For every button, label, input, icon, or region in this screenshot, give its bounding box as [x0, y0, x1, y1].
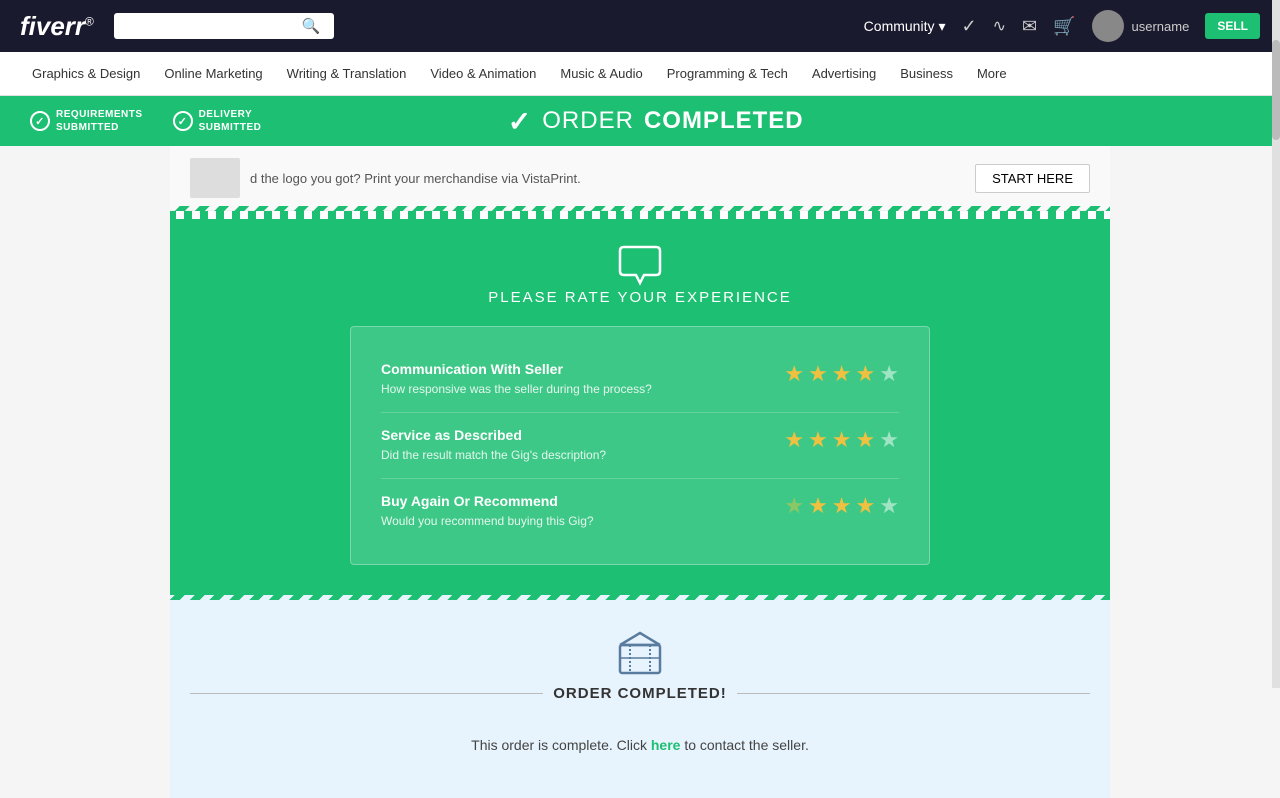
star-2[interactable]: ★ [808, 361, 828, 387]
community-label: Community [864, 18, 935, 34]
start-here-button[interactable]: START HERE [975, 164, 1090, 193]
secondary-navigation: Graphics & Design Online Marketing Writi… [0, 52, 1280, 96]
service-label: Service as Described Did the result matc… [381, 427, 606, 464]
order-complete-message: This order is complete. Click here to co… [190, 722, 1090, 768]
communication-label: Communication With Seller How responsive… [381, 361, 652, 398]
star-3[interactable]: ★ [832, 493, 852, 519]
recommend-title: Buy Again Or Recommend [381, 493, 594, 509]
communication-desc: How responsive was the seller during the… [381, 382, 652, 396]
star-5[interactable]: ★ [879, 427, 899, 453]
search-button[interactable]: 🔍 [302, 17, 321, 35]
community-button[interactable]: Community ▾ [864, 18, 946, 35]
star-4[interactable]: ★ [856, 493, 876, 519]
avatar [1092, 10, 1124, 42]
become-seller-button[interactable]: SELL [1205, 13, 1260, 39]
recommend-label: Buy Again Or Recommend Would you recomme… [381, 493, 594, 530]
recommend-desc: Would you recommend buying this Gig? [381, 514, 594, 528]
delivery-text: DELIVERY SUBMITTED [199, 109, 262, 133]
order-steps: ✓ REQUIREMENTS SUBMITTED ✓ DELIVERY SUBM… [30, 108, 261, 134]
order-completed-section: ORDER COMPLETED! This order is complete.… [170, 595, 1110, 798]
star-5[interactable]: ★ [879, 361, 899, 387]
communication-stars[interactable]: ★ ★ ★ ★ ★ [784, 361, 899, 387]
nav-advertising[interactable]: Advertising [800, 52, 888, 96]
step-requirements: ✓ REQUIREMENTS SUBMITTED [30, 108, 143, 134]
fiverr-logo[interactable]: fiverr® [20, 11, 94, 42]
rating-header: PLEASE RATE YOUR EXPERIENCE [190, 241, 1090, 306]
divider-right [737, 693, 1090, 694]
nav-writing-translation[interactable]: Writing & Translation [275, 52, 419, 96]
nav-music-audio[interactable]: Music & Audio [548, 52, 654, 96]
star-1[interactable]: ★ [784, 361, 804, 387]
contact-seller-link[interactable]: here [651, 737, 681, 753]
requirements-text: REQUIREMENTS SUBMITTED [56, 109, 143, 133]
star-2[interactable]: ★ [808, 493, 828, 519]
service-desc: Did the result match the Gig's descripti… [381, 448, 606, 462]
username-text: username [1132, 19, 1190, 34]
top-nav-right: Community ▾ ✓ ∿ ✉ 🛒 username SELL [864, 10, 1260, 42]
mail-icon[interactable]: ✉ [1022, 16, 1037, 37]
order-completed-title: ✓ ORDER COMPLETED [508, 105, 804, 138]
chevron-down-icon: ▾ [938, 18, 945, 35]
scrollbar-thumb[interactable] [1272, 40, 1280, 140]
communication-title: Communication With Seller [381, 361, 652, 377]
divider-left [190, 693, 543, 694]
star-1[interactable]: ★ [784, 493, 804, 519]
step-delivery-check-icon: ✓ [173, 111, 193, 131]
nav-graphics-design[interactable]: Graphics & Design [20, 52, 152, 96]
order-banner: ✓ REQUIREMENTS SUBMITTED ✓ DELIVERY SUBM… [0, 96, 1280, 146]
cart-icon[interactable]: 🛒 [1053, 16, 1075, 37]
rating-row-recommend: Buy Again Or Recommend Would you recomme… [381, 479, 899, 544]
rating-card: Communication With Seller How responsive… [350, 326, 930, 565]
star-3[interactable]: ★ [832, 361, 852, 387]
nav-online-marketing[interactable]: Online Marketing [152, 52, 274, 96]
service-stars[interactable]: ★ ★ ★ ★ ★ [784, 427, 899, 453]
recommend-stars[interactable]: ★ ★ ★ ★ ★ [784, 493, 899, 519]
main-content: d the logo you got? Print your merchandi… [170, 146, 1110, 798]
star-4[interactable]: ★ [856, 361, 876, 387]
rating-section: PLEASE RATE YOUR EXPERIENCE Communicatio… [170, 211, 1110, 595]
order-word: ORDER [542, 107, 634, 135]
star-1[interactable]: ★ [784, 427, 804, 453]
step-check-icon: ✓ [30, 111, 50, 131]
step-delivery: ✓ DELIVERY SUBMITTED [173, 108, 262, 134]
step-delivery-label: DELIVERY SUBMITTED [199, 108, 262, 134]
message-suffix: to contact the seller. [684, 737, 809, 753]
star-4[interactable]: ★ [856, 427, 876, 453]
box-icon [190, 625, 1090, 675]
rating-row-communication: Communication With Seller How responsive… [381, 347, 899, 413]
vistaprint-banner: d the logo you got? Print your merchandi… [170, 146, 1110, 211]
chat-icon [616, 241, 664, 289]
vistaprint-thumbnail [190, 158, 240, 198]
rating-row-service: Service as Described Did the result matc… [381, 413, 899, 479]
analytics-icon[interactable]: ∿ [993, 16, 1006, 36]
top-navigation: fiverr® 🔍 Community ▾ ✓ ∿ ✉ 🛒 username S… [0, 0, 1280, 52]
nav-more[interactable]: More [965, 52, 1019, 96]
package-icon [615, 625, 665, 675]
message-text: This order is complete. Click [471, 737, 647, 753]
star-2[interactable]: ★ [808, 427, 828, 453]
completed-word: COMPLETED [644, 107, 804, 135]
search-bar: 🔍 [114, 13, 334, 39]
nav-video-animation[interactable]: Video & Animation [418, 52, 548, 96]
nav-programming-tech[interactable]: Programming & Tech [655, 52, 800, 96]
vistaprint-text: d the logo you got? Print your merchandi… [250, 171, 581, 186]
scrollbar-track[interactable] [1272, 0, 1280, 688]
search-input[interactable] [122, 19, 302, 34]
rate-experience-text: PLEASE RATE YOUR EXPERIENCE [488, 289, 792, 306]
nav-business[interactable]: Business [888, 52, 965, 96]
user-area[interactable]: username [1092, 10, 1190, 42]
star-5[interactable]: ★ [879, 493, 899, 519]
star-3[interactable]: ★ [832, 427, 852, 453]
service-title: Service as Described [381, 427, 606, 443]
checkmark-icon[interactable]: ✓ [962, 16, 977, 37]
step-requirements-label: REQUIREMENTS SUBMITTED [56, 108, 143, 134]
